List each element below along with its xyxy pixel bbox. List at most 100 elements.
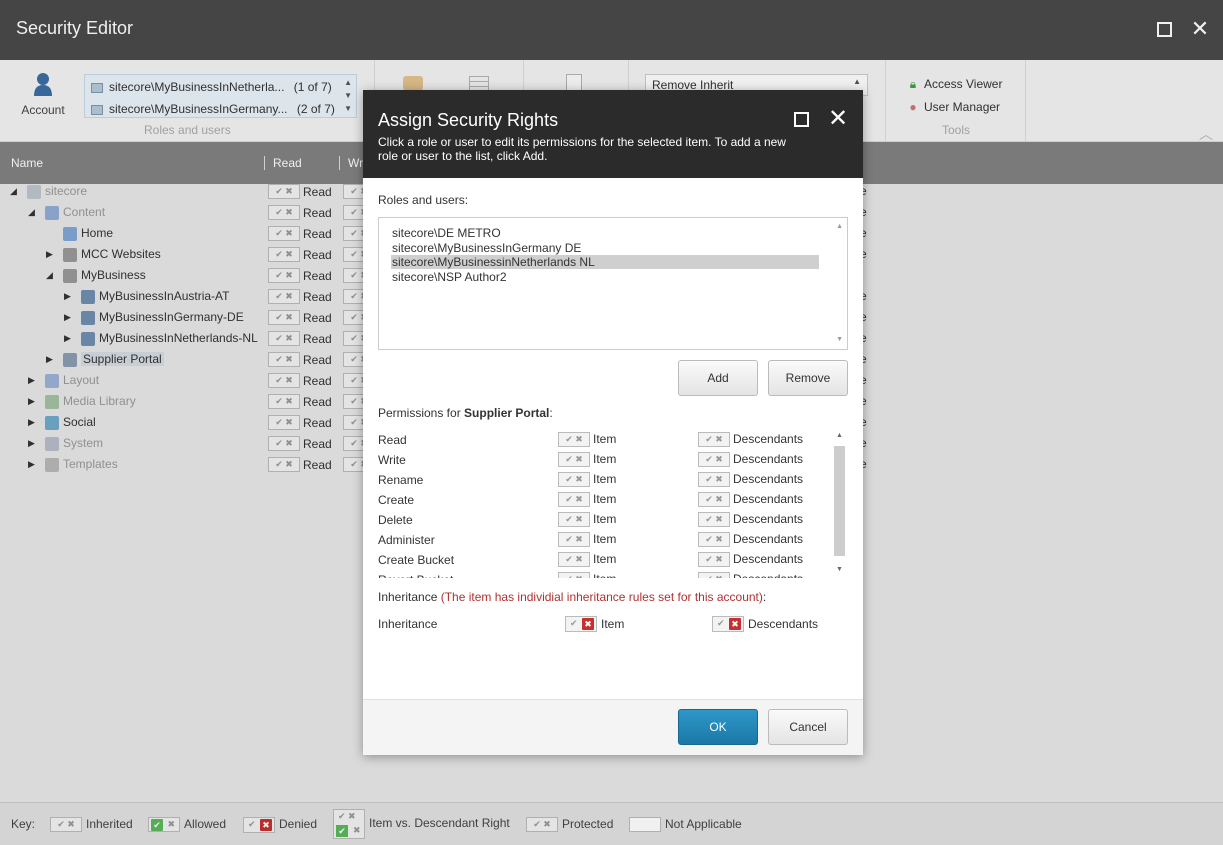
permission-item-label: Item	[593, 552, 617, 566]
inherited-icon: ✔ ✖	[698, 472, 730, 488]
inherited-icon: ✔ ✖	[698, 552, 730, 568]
permission-descendants-label: Descendants	[733, 432, 804, 446]
inherited-icon: ✔ ✖	[698, 572, 730, 578]
permission-descendants-label: Descendants	[733, 552, 804, 566]
dialog-description: Click a role or user to edit its permiss…	[378, 135, 786, 163]
permission-row: Revert Bucket✔ ✖Item✔ ✖Descendants	[378, 570, 828, 578]
permission-descendants-label: Descendants	[733, 492, 804, 506]
inheritance-warning: (The item has individial inheritance rul…	[440, 590, 763, 604]
inherited-icon: ✔ ✖	[698, 512, 730, 528]
permission-descendants-label: Descendants	[733, 572, 803, 578]
permission-item-label: Item	[593, 532, 617, 546]
role-item[interactable]: sitecore\MyBusinessInGermany DE	[391, 241, 819, 255]
dialog-close-icon[interactable]: ✕	[828, 107, 848, 131]
permission-item-label: Item	[593, 472, 617, 486]
permission-item-label: Item	[593, 492, 617, 506]
permission-descendants-toggle[interactable]: ✔ ✖	[698, 532, 730, 548]
permission-descendants-label: Descendants	[733, 512, 804, 526]
permission-descendants-toggle[interactable]: ✔ ✖	[698, 472, 730, 488]
inherited-icon: ✔ ✖	[558, 492, 590, 508]
role-item[interactable]: sitecore\DE METRO	[391, 226, 819, 240]
inherited-icon: ✔ ✖	[698, 492, 730, 508]
inherited-icon: ✔ ✖	[558, 432, 590, 448]
permissions-scrollbar[interactable]: ▲ ▼	[833, 430, 847, 578]
add-button[interactable]: Add	[678, 360, 758, 396]
permission-row: Rename ✔ ✖ Item ✔ ✖ Descendants	[378, 470, 828, 490]
denied-icon: ✔ ✖	[712, 616, 744, 632]
permission-item-toggle[interactable]: ✔ ✖	[558, 552, 590, 568]
inherited-icon: ✔ ✖	[558, 552, 590, 568]
scroll-down-icon[interactable]: ▼	[836, 566, 843, 573]
permissions-suffix: :	[549, 406, 553, 420]
inheritance-item-toggle[interactable]: ✔ ✖	[565, 616, 597, 632]
permission-item-toggle[interactable]: ✔ ✖	[558, 572, 590, 578]
assign-security-rights-dialog: Assign Security Rights Click a role or u…	[363, 90, 863, 755]
permission-descendants-toggle[interactable]: ✔ ✖	[698, 432, 730, 448]
roles-list[interactable]: sitecore\DE METRO sitecore\MyBusinessInGe…	[378, 217, 848, 350]
inherited-icon: ✔ ✖	[558, 572, 590, 578]
permission-descendants-toggle[interactable]: ✔ ✖	[698, 492, 730, 508]
scrollbar-thumb[interactable]	[834, 446, 845, 556]
inheritance-row: Inheritance ✔ ✖ Item ✔ ✖ Descendants	[378, 615, 848, 635]
permission-name: Delete	[378, 513, 413, 527]
permission-item-label: Item	[593, 512, 617, 526]
permission-item-toggle[interactable]: ✔ ✖	[558, 452, 590, 468]
permission-descendants-toggle[interactable]: ✔ ✖	[698, 452, 730, 468]
permission-descendants-toggle[interactable]: ✔ ✖	[698, 572, 730, 578]
permission-name: Read	[378, 433, 407, 447]
permissions-prefix: Permissions for	[378, 406, 465, 420]
scroll-up-icon[interactable]: ▲	[836, 223, 843, 230]
cancel-button[interactable]: Cancel	[768, 709, 848, 745]
permissions-item-name: Supplier Portal	[464, 406, 550, 420]
inheritance-title-label: Inheritance	[378, 590, 438, 604]
dialog-maximize-icon[interactable]	[794, 112, 809, 127]
permission-item-toggle[interactable]: ✔ ✖	[558, 532, 590, 548]
scroll-up-icon[interactable]: ▲	[836, 432, 843, 439]
role-item[interactable]: sitecore\NSP Author2	[391, 270, 819, 284]
inherited-icon: ✔ ✖	[698, 532, 730, 548]
permission-item-toggle[interactable]: ✔ ✖	[558, 512, 590, 528]
permission-item-toggle[interactable]: ✔ ✖	[558, 472, 590, 488]
permission-name: Administer	[378, 533, 435, 547]
inherited-icon: ✔ ✖	[558, 532, 590, 548]
permission-row: Write ✔ ✖ Item ✔ ✖ Descendants	[378, 450, 828, 470]
dialog-footer: OK Cancel	[363, 699, 863, 755]
permission-name: Write	[378, 453, 406, 467]
permission-name: Create Bucket	[378, 553, 455, 567]
permission-name: Revert Bucket	[378, 573, 453, 578]
permissions-list: Read ✔ ✖ Item ✔ ✖ Descendants Write ✔ ✖ Item ✔ ✖…	[378, 430, 848, 578]
permission-item-label: Item	[593, 572, 616, 578]
inherited-icon: ✔ ✖	[698, 452, 730, 468]
scroll-down-icon[interactable]: ▼	[836, 336, 843, 343]
permission-descendants-label: Descendants	[733, 532, 804, 546]
dialog-header: Assign Security Rights Click a role or u…	[363, 90, 863, 178]
denied-icon: ✔ ✖	[565, 616, 597, 632]
permission-item-label: Item	[593, 452, 617, 466]
permission-row: Administer ✔ ✖ Item ✔ ✖ Descendants	[378, 530, 828, 550]
permission-row: Read ✔ ✖ Item ✔ ✖ Descendants	[378, 430, 828, 450]
permissions-title: Permissions for Supplier Portal:	[378, 406, 553, 420]
permission-name: Create	[378, 493, 415, 507]
permission-descendants-toggle[interactable]: ✔ ✖	[698, 512, 730, 528]
permission-item-toggle[interactable]: ✔ ✖	[558, 492, 590, 508]
inheritance-descendants-toggle[interactable]: ✔ ✖	[712, 616, 744, 632]
inherited-icon: ✔ ✖	[558, 452, 590, 468]
inherited-icon: ✔ ✖	[698, 432, 730, 448]
role-item[interactable]: sitecore\MyBusinessinNetherlands NL	[391, 255, 819, 269]
permission-row: Delete ✔ ✖ Item ✔ ✖ Descendants	[378, 510, 828, 530]
inheritance-row-label: Inheritance	[378, 617, 438, 631]
permission-item-toggle[interactable]: ✔ ✖	[558, 432, 590, 448]
permission-row: Create Bucket ✔ ✖ Item ✔ ✖ Descendants	[378, 550, 828, 570]
remove-button[interactable]: Remove	[768, 360, 848, 396]
ok-button[interactable]: OK	[678, 709, 758, 745]
permission-descendants-label: Descendants	[733, 472, 804, 486]
inheritance-title: Inheritance (The item has individial inh…	[378, 590, 766, 604]
inherited-icon: ✔ ✖	[558, 472, 590, 488]
permission-row: Create ✔ ✖ Item ✔ ✖ Descendants	[378, 490, 828, 510]
inherited-icon: ✔ ✖	[558, 512, 590, 528]
permission-name: Rename	[378, 473, 424, 487]
permission-descendants-toggle[interactable]: ✔ ✖	[698, 552, 730, 568]
dialog-title: Assign Security Rights	[378, 110, 559, 130]
inheritance-colon: :	[762, 590, 767, 604]
roles-label: Roles and users:	[378, 193, 469, 207]
